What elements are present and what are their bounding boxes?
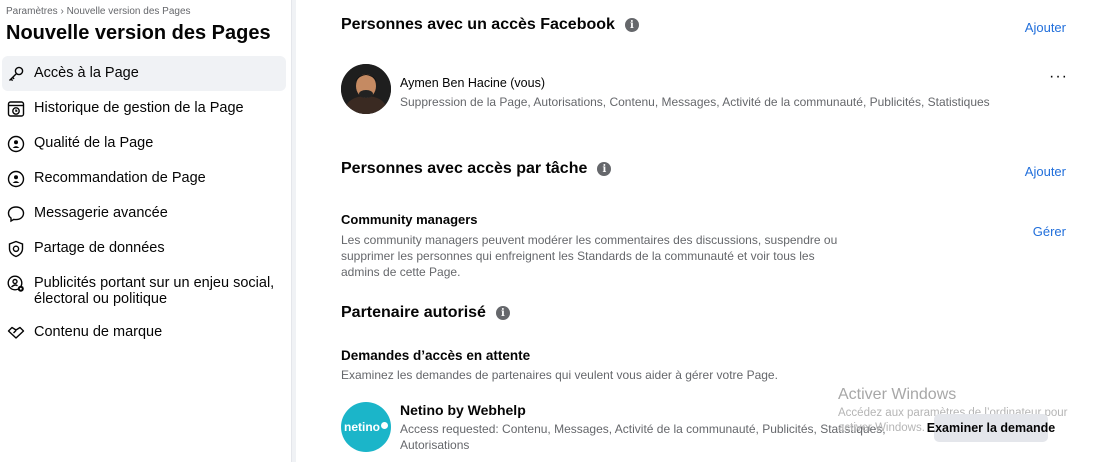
sidebar-item-political-ads[interactable]: Publicités portant sur un enjeu social, … [2,266,286,315]
task-access-section-title: Personnes avec accès par tâche i [341,160,612,178]
manage-community-managers-button[interactable]: Gérer [1033,224,1066,239]
examine-request-button[interactable]: Examiner la demande [927,414,1055,442]
role-name: Community managers [341,212,478,227]
person-permissions: Suppression de la Page, Autorisations, C… [400,95,990,109]
partner-name: Netino by Webhelp [400,402,526,418]
sidebar-item-label: Historique de gestion de la Page [34,100,244,116]
handshake-icon [6,324,26,342]
info-icon[interactable]: i [597,162,612,176]
pending-requests-title: Demandes d’accès en attente [341,348,531,363]
sidebar-item-label: Recommandation de Page [34,170,206,186]
sidebar-item-label: Qualité de la Page [34,135,154,151]
info-icon[interactable]: i [624,18,639,32]
section-title-text: Personnes avec un accès Facebook [341,16,615,33]
partner-section-title: Partenaire autorisé i [341,304,510,322]
breadcrumb[interactable]: Paramètres › Nouvelle version des Pages [6,6,191,17]
add-facebook-access-button[interactable]: Ajouter [1025,20,1066,35]
partner-request-details: Access requested: Contenu, Messages, Act… [400,422,886,452]
sidebar-item-advanced-messaging[interactable]: Messagerie avancée [2,196,286,231]
key-icon [6,65,26,83]
avatar [341,64,391,114]
sidebar-item-management-history[interactable]: Historique de gestion de la Page [2,91,286,126]
page-title: Nouvelle version des Pages [6,22,271,44]
info-icon[interactable]: i [495,306,510,320]
shield-user-icon [6,170,26,188]
person-name: Aymen Ben Hacine (vous) [400,76,545,90]
pending-requests-subtitle: Examinez les demandes de partenaires qui… [341,368,778,382]
sidebar-item-page-recommendation[interactable]: Recommandation de Page [2,161,286,196]
shield-user-icon [6,135,26,153]
sidebar-item-label: Contenu de marque [34,324,163,340]
user-gear-icon [6,275,26,293]
sidebar-item-label: Accès à la Page [34,65,139,81]
sidebar-item-page-access[interactable]: Accès à la Page [2,56,286,91]
logo-text: netino [344,420,380,434]
more-options-icon[interactable]: ··· [1049,68,1068,86]
sidebar-item-label: Partage de données [34,240,165,256]
history-icon [6,100,26,118]
sidebar-item-label: Publicités portant sur un enjeu social, … [34,275,275,307]
sidebar-item-page-quality[interactable]: Qualité de la Page [2,126,286,161]
sidebar-item-label: Messagerie avancée [34,205,168,221]
chat-bubble-icon [6,205,26,223]
facebook-access-section-title: Personnes avec un accès Facebook i [341,16,639,34]
sidebar-nav: Accès à la Page Historique de gestion de… [0,56,292,350]
windows-watermark-title: Activer Windows [838,386,957,403]
sidebar: Paramètres › Nouvelle version des Pages … [0,0,292,462]
section-title-text: Personnes avec accès par tâche [341,160,588,177]
section-title-text: Partenaire autorisé [341,304,486,321]
shield-icon [6,240,26,258]
main-panel: Personnes avec un accès Facebook i Ajout… [296,0,1112,462]
sidebar-item-branded-content[interactable]: Contenu de marque [2,315,286,350]
role-description: Les community managers peuvent modérer l… [341,233,838,279]
add-task-access-button[interactable]: Ajouter [1025,164,1066,179]
sidebar-item-data-sharing[interactable]: Partage de données [2,231,286,266]
netino-logo: netino [341,402,391,452]
